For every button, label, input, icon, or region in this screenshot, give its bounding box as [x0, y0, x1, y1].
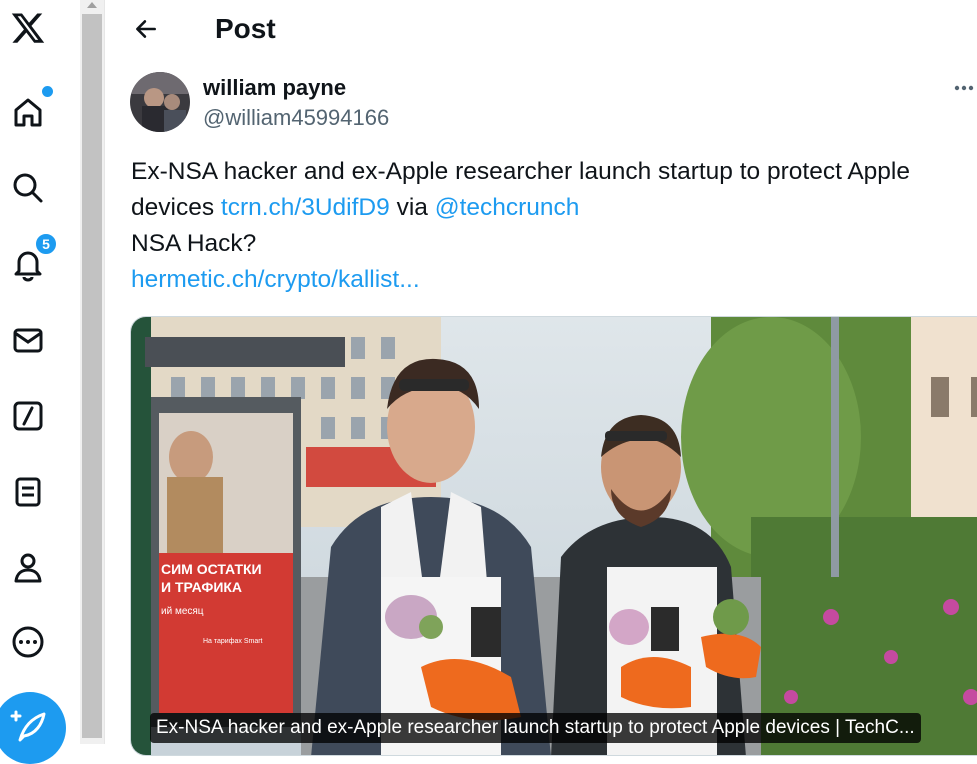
post-text-line-2: devices tcrn.ch/3UdifD9 via @techcrunch: [131, 190, 977, 226]
mention-link[interactable]: @techcrunch: [435, 194, 580, 221]
compose-feather-icon: [10, 710, 46, 742]
vertical-scrollbar[interactable]: [80, 0, 105, 744]
article-link[interactable]: tcrn.ch/3UdifD9: [221, 194, 390, 221]
search-icon[interactable]: [6, 166, 50, 210]
back-button[interactable]: [126, 9, 166, 49]
page-title: Post: [215, 13, 276, 44]
image-sign-line-3: ий месяц: [161, 606, 204, 617]
post-more-button[interactable]: [948, 70, 977, 106]
notifications-badge: 5: [34, 232, 58, 256]
author-name[interactable]: william payne: [203, 74, 346, 102]
image-sign-line-2: И ТРАФИКА: [161, 579, 242, 595]
profile-icon[interactable]: [6, 546, 50, 590]
post-text-line-1: Ex-NSA hacker and ex-Apple researcher la…: [131, 158, 910, 185]
compose-post-button[interactable]: [0, 692, 66, 764]
second-link[interactable]: hermetic.ch/crypto/kallist...: [131, 262, 977, 298]
scrollbar-thumb[interactable]: [82, 14, 102, 738]
image-sign-line-1: СИМ ОСТАТКИ: [161, 561, 262, 577]
scroll-up-arrow-icon[interactable]: [80, 0, 104, 14]
card-caption[interactable]: Ex-NSA hacker and ex-Apple researcher la…: [150, 713, 921, 743]
link-card-image[interactable]: СИМ ОСТАТКИ И ТРАФИКА ий месяц На тарифа…: [130, 316, 977, 756]
left-nav: 5: [0, 0, 80, 764]
x-logo-icon[interactable]: [6, 6, 50, 50]
post-text: Ex-NSA hacker and ex-Apple researcher la…: [131, 154, 977, 298]
image-sign-line-4: На тарифах Smart: [203, 638, 263, 645]
post-text-line-3: NSA Hack?: [131, 230, 257, 257]
author-handle[interactable]: @william45994166: [203, 104, 389, 132]
home-unread-dot: [40, 84, 55, 99]
lists-icon[interactable]: [6, 470, 50, 514]
more-options-icon[interactable]: [6, 620, 50, 664]
grok-icon[interactable]: [6, 394, 50, 438]
post-text-via: via: [396, 194, 428, 221]
messages-icon[interactable]: [6, 318, 50, 362]
post-text-devices: devices: [131, 194, 215, 221]
more-dots-icon: [954, 85, 974, 91]
back-arrow-icon: [136, 20, 156, 38]
notifications-icon[interactable]: 5: [6, 232, 58, 286]
home-icon[interactable]: [6, 84, 55, 134]
avatar[interactable]: [130, 72, 190, 132]
